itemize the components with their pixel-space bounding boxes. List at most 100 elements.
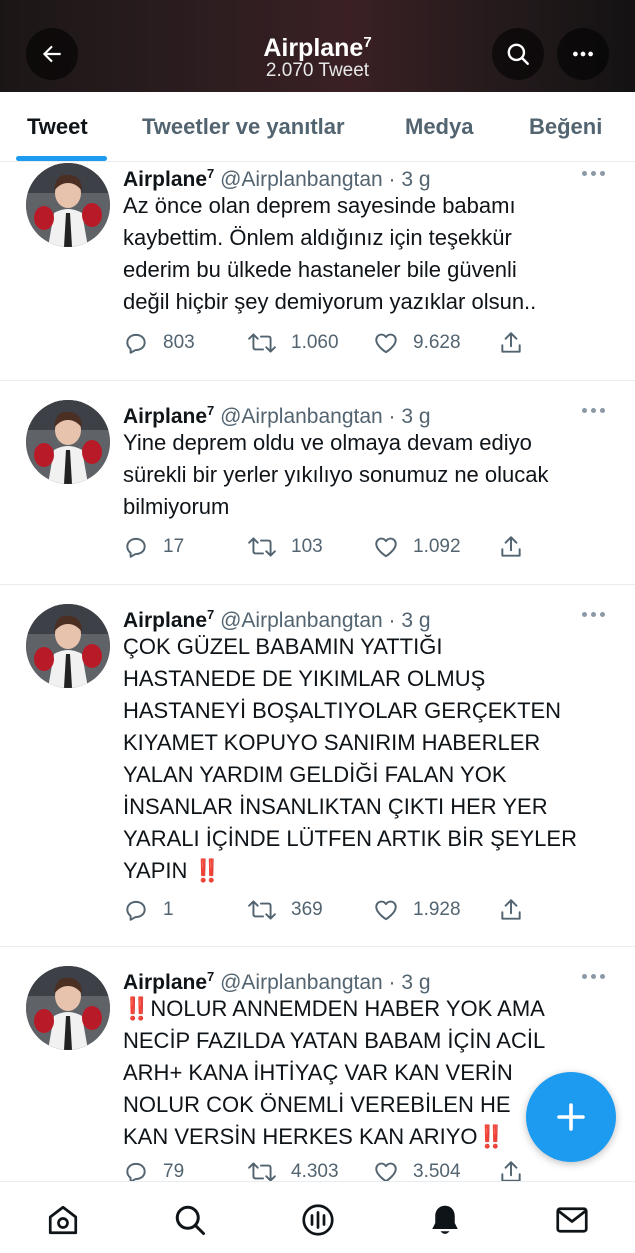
avatar-image (26, 604, 110, 688)
reply-button[interactable]: 803 (123, 328, 195, 358)
tweet-header: Airplane7 @Airplanbangtan · 3 g (123, 397, 431, 428)
retweet-button[interactable]: 1.060 (247, 328, 339, 358)
share-icon (501, 899, 521, 920)
tweet[interactable]: Airplane7 @Airplanbangtan · 3 g Az önce … (0, 163, 635, 381)
tweet-text: ÇOK GÜZEL BABAMIN YATTIĞI HASTANEDE DE Y… (123, 634, 577, 883)
retweet-icon (248, 900, 276, 920)
reply-icon (126, 537, 146, 558)
tweet-more-icon[interactable] (581, 971, 607, 981)
share-icon (501, 332, 521, 353)
retweet-icon (248, 1162, 276, 1181)
tweet-more-icon[interactable] (581, 168, 607, 178)
tab-likes[interactable]: Beğeni (529, 92, 602, 162)
nav-messages[interactable] (552, 1200, 592, 1240)
like-button[interactable]: 3.504 (373, 1157, 461, 1181)
avatar[interactable] (26, 604, 110, 688)
tweet-feed[interactable]: Airplane7 @Airplanbangtan · 3 g Az önce … (0, 163, 635, 1181)
like-icon (375, 1162, 397, 1181)
nav-spaces[interactable] (298, 1200, 338, 1240)
search-icon (175, 1205, 205, 1235)
bottom-navigation (0, 1181, 635, 1253)
tab-tweet[interactable]: Tweet (27, 92, 88, 162)
like-button[interactable]: 1.092 (373, 532, 461, 562)
retweet-button[interactable]: 103 (247, 532, 323, 562)
reply-count: 1 (163, 899, 174, 920)
tweet-text: Yine deprem oldu ve olmaya devam ediyo s… (123, 430, 549, 519)
avatar-image (26, 400, 110, 484)
tweet[interactable]: Airplane7 @Airplanbangtan · 3 g ÇOK GÜZE… (0, 585, 635, 947)
compose-tweet-button[interactable] (526, 1072, 616, 1162)
header-name-sup: 7 (363, 34, 372, 51)
avatar[interactable] (26, 966, 110, 1050)
tweet-text: Az önce olan deprem sayesinde babamı kay… (123, 193, 537, 314)
avatar[interactable] (26, 400, 110, 484)
author-name[interactable]: Airplane7 (123, 166, 214, 191)
active-tab-indicator (16, 156, 107, 161)
author-name[interactable]: Airplane7 (123, 969, 214, 994)
reply-button[interactable]: 79 (123, 1157, 184, 1181)
tweet-more-icon[interactable] (581, 609, 607, 619)
avatar-image (26, 163, 110, 247)
retweet-count: 103 (291, 536, 323, 557)
tweet-actions: 79 4.303 3.504 (123, 1157, 543, 1181)
nav-explore[interactable] (170, 1200, 210, 1240)
more-button[interactable] (557, 28, 609, 80)
author-handle-time[interactable]: @Airplanbangtan · 3 g (220, 609, 430, 632)
author-handle-time[interactable]: @Airplanbangtan · 3 g (220, 405, 430, 428)
like-button[interactable]: 9.628 (373, 328, 461, 358)
author-name-text: Airplane (123, 971, 208, 994)
retweet-button[interactable]: 4.303 (247, 1157, 339, 1181)
author-handle-time[interactable]: @Airplanbangtan · 3 g (220, 168, 430, 191)
like-count: 1.092 (413, 536, 461, 557)
tweet-header: Airplane7 @Airplanbangtan · 3 g (123, 963, 431, 994)
header-name: Airplane (263, 34, 364, 62)
tab-media[interactable]: Medya (405, 92, 473, 162)
retweet-button[interactable]: 369 (247, 895, 323, 925)
nav-notifications[interactable] (425, 1200, 465, 1240)
reply-icon (126, 333, 146, 354)
reply-count: 803 (163, 332, 195, 353)
like-count: 3.504 (413, 1161, 461, 1181)
share-icon (501, 536, 521, 557)
share-button[interactable] (498, 895, 524, 925)
more-icon (573, 51, 593, 57)
spaces-icon (302, 1204, 334, 1236)
share-button[interactable] (498, 532, 524, 562)
tweet-header: Airplane7 @Airplanbangtan · 3 g (123, 601, 431, 632)
tab-tweets-and-replies[interactable]: Tweetler ve yanıtlar (142, 92, 345, 162)
reply-button[interactable]: 17 (123, 532, 184, 562)
like-icon (375, 900, 397, 921)
profile-tabs: Tweet Tweetler ve yanıtlar Medya Beğeni (0, 92, 635, 162)
retweet-icon (248, 537, 276, 557)
tweet-actions: 1 369 1.928 (123, 895, 543, 925)
author-name-text: Airplane (123, 609, 208, 632)
nav-home[interactable] (43, 1200, 83, 1240)
tweet-header: Airplane7 @Airplanbangtan · 3 g (123, 163, 431, 191)
like-count: 1.928 (413, 899, 461, 920)
author-name-text: Airplane (123, 405, 208, 428)
reply-count: 17 (163, 536, 185, 557)
notifications-icon (432, 1205, 458, 1234)
author-name[interactable]: Airplane7 (123, 403, 214, 428)
reply-icon (126, 1162, 146, 1181)
share-button[interactable] (498, 1157, 524, 1181)
author-name-text: Airplane (123, 168, 208, 191)
share-button[interactable] (498, 328, 524, 358)
like-count: 9.628 (413, 332, 461, 353)
reply-button[interactable]: 1 (123, 895, 174, 925)
author-name-sup: 7 (207, 607, 215, 622)
tweet-more-icon[interactable] (581, 405, 607, 415)
author-handle-time[interactable]: @Airplanbangtan · 3 g (220, 971, 430, 994)
search-button[interactable] (492, 28, 544, 80)
avatar-image (26, 966, 110, 1050)
profile-header: Airplane7 2.070 Tweet (0, 0, 635, 92)
like-button[interactable]: 1.928 (373, 895, 461, 925)
share-icon (501, 1161, 521, 1181)
tweet-actions: 17 103 1.092 (123, 532, 543, 562)
reply-icon (126, 900, 146, 921)
like-icon (375, 537, 397, 558)
author-name[interactable]: Airplane7 (123, 607, 215, 632)
tweet[interactable]: Airplane7 @Airplanbangtan · 3 g Yine dep… (0, 381, 635, 585)
search-icon (507, 43, 529, 65)
avatar[interactable] (26, 163, 110, 247)
